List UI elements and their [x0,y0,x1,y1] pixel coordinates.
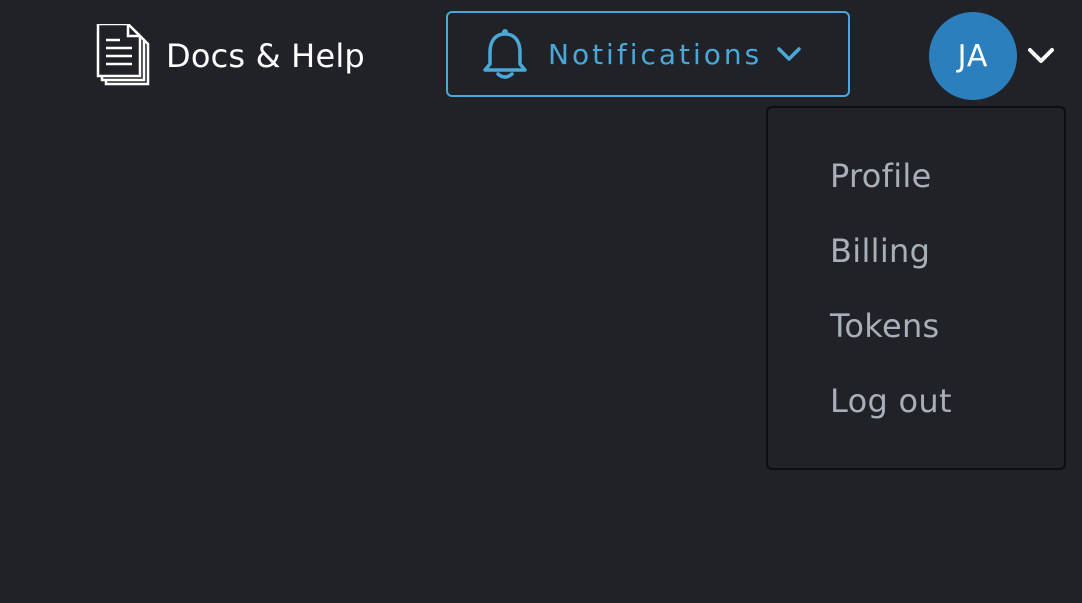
menu-item-billing[interactable]: Billing [768,229,1064,304]
bell-icon [482,28,528,80]
menu-item-profile[interactable]: Profile [768,154,1064,229]
docs-icon [96,24,152,88]
user-menu-dropdown: Profile Billing Tokens Log out [766,106,1066,470]
docs-help-label: Docs & Help [166,37,365,75]
page: Docs & Help Notifications JA Profile Bil… [0,0,1082,603]
chevron-down-icon [776,45,802,63]
user-menu-chevron-icon[interactable] [1027,46,1055,66]
docs-help-link[interactable]: Docs & Help [96,24,365,88]
menu-item-tokens[interactable]: Tokens [768,304,1064,379]
notifications-label: Notifications [548,37,763,71]
notifications-button[interactable]: Notifications [446,11,850,97]
menu-item-log-out[interactable]: Log out [768,379,1064,454]
avatar[interactable]: JA [929,12,1017,100]
